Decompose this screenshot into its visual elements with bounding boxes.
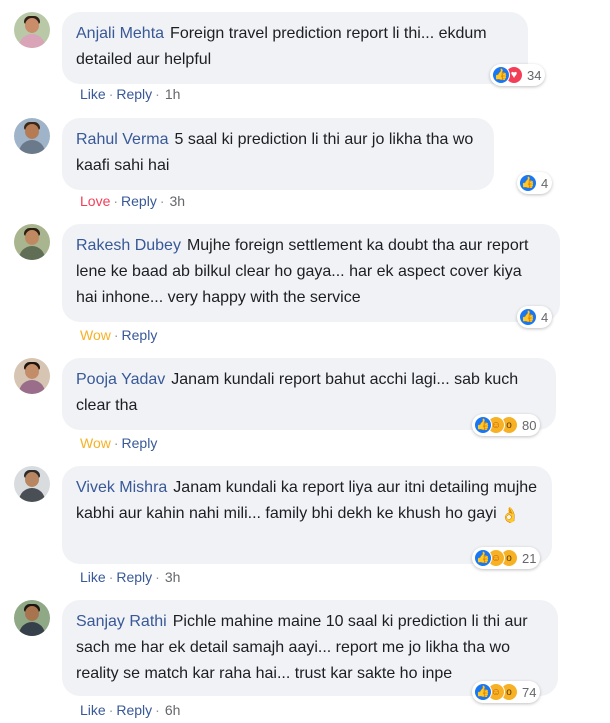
like-icon: 👍 — [492, 66, 510, 84]
like-icon: 👍 — [519, 174, 537, 192]
like-button[interactable]: Like — [80, 702, 106, 718]
comment-bubble: Rahul Verma 5 saal ki prediction li thi a… — [62, 118, 494, 190]
like-button[interactable]: Like — [80, 86, 106, 102]
avatar[interactable] — [14, 224, 50, 260]
comment-author[interactable]: Anjali Mehta — [76, 25, 164, 42]
comment-timestamp[interactable]: 1h — [165, 86, 181, 102]
love-button[interactable]: Love — [80, 193, 110, 209]
like-button[interactable]: Like — [80, 569, 106, 585]
wow-button[interactable]: Wow — [80, 327, 111, 343]
comment-actions: Wow · Reply — [80, 435, 158, 451]
ok-hand-emoji: 👌 — [500, 507, 520, 524]
comment-actions: Like · Reply · 6h — [80, 702, 181, 718]
reply-button[interactable]: Reply — [122, 327, 158, 343]
reaction-count: 4 — [541, 309, 549, 325]
comment-bubble: Rakesh Dubey Mujhe foreign settlement ka … — [62, 224, 560, 322]
reply-button[interactable]: Reply — [116, 86, 152, 102]
avatar[interactable] — [14, 466, 50, 502]
reply-button[interactable]: Reply — [116, 569, 152, 585]
like-icon: 👍 — [474, 416, 492, 434]
reaction-count: 80 — [522, 417, 537, 433]
reply-button[interactable]: Reply — [122, 435, 158, 451]
comment-bubble: Anjali Mehta Foreign travel prediction re… — [62, 12, 528, 84]
avatar[interactable] — [14, 12, 50, 48]
reply-button[interactable]: Reply — [116, 702, 152, 718]
comment-timestamp[interactable]: 6h — [165, 702, 181, 718]
reaction-count: 4 — [541, 175, 549, 191]
comment-actions: Like · Reply · 1h — [80, 86, 181, 102]
reaction-summary[interactable]: 👍 ♥ 34 — [490, 64, 546, 86]
comment-actions: Love · Reply · 3h — [80, 193, 186, 209]
comment-actions: Wow · Reply — [80, 327, 158, 343]
comment-timestamp[interactable]: 3h — [170, 193, 186, 209]
like-icon: 👍 — [519, 308, 537, 326]
reaction-summary[interactable]: 👍 ☺ o 74 — [472, 681, 541, 703]
reaction-count: 34 — [527, 67, 542, 83]
comment-timestamp[interactable]: 3h — [165, 569, 181, 585]
like-icon: 👍 — [474, 683, 492, 701]
comment-actions: Like · Reply · 3h — [80, 569, 181, 585]
like-icon: 👍 — [474, 549, 492, 567]
comment-author[interactable]: Rahul Verma — [76, 131, 169, 148]
avatar[interactable] — [14, 118, 50, 154]
comment-author[interactable]: Vivek Mishra — [76, 479, 167, 496]
reaction-summary[interactable]: 👍 ☺ o 21 — [472, 547, 541, 569]
comment-author[interactable]: Pooja Yadav — [76, 371, 165, 388]
reaction-count: 21 — [522, 550, 537, 566]
reply-button[interactable]: Reply — [121, 193, 157, 209]
wow-button[interactable]: Wow — [80, 435, 111, 451]
reaction-summary[interactable]: 👍 4 — [517, 172, 553, 194]
reaction-summary[interactable]: 👍 ☺ o 80 — [472, 414, 541, 436]
reaction-summary[interactable]: 👍 4 — [517, 306, 553, 328]
avatar[interactable] — [14, 600, 50, 636]
reaction-count: 74 — [522, 684, 537, 700]
comment-author[interactable]: Sanjay Rathi — [76, 613, 167, 630]
comment-author[interactable]: Rakesh Dubey — [76, 237, 181, 254]
avatar[interactable] — [14, 358, 50, 394]
